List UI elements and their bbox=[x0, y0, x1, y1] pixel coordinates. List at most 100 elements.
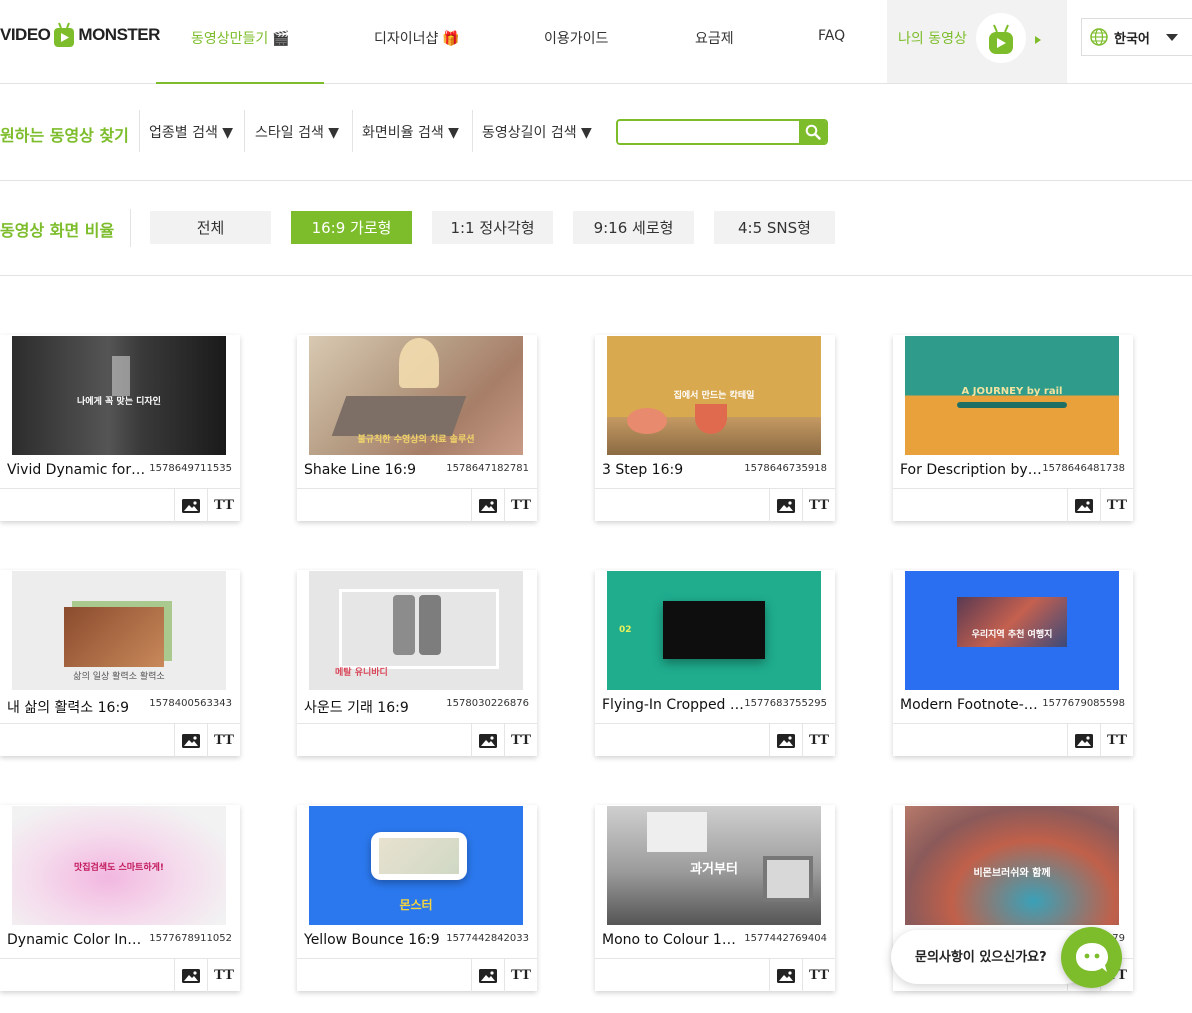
card-toolbar: TT bbox=[0, 488, 240, 522]
ratio-9-16-button[interactable]: 9:16 세로형 bbox=[573, 211, 694, 244]
template-card[interactable]: 몬스터 Yellow Bounce 16:9 1577442842033 TT bbox=[297, 805, 537, 992]
text-size-icon[interactable]: TT bbox=[1100, 724, 1133, 757]
chevron-down-icon bbox=[1166, 34, 1178, 41]
template-title: Mono to Colour 16:9 bbox=[602, 932, 744, 948]
search-box bbox=[616, 119, 828, 145]
template-thumbnail[interactable]: A JOURNEY by rail bbox=[905, 336, 1119, 455]
template-thumbnail[interactable]: 02 bbox=[607, 571, 821, 690]
template-card[interactable]: 우리지역 추천 여행지 Modern Footnote-St… 15776790… bbox=[893, 570, 1133, 757]
my-videos-button[interactable]: 나의 동영상 bbox=[887, 0, 1067, 83]
text-size-icon[interactable]: TT bbox=[207, 489, 240, 522]
image-icon[interactable] bbox=[174, 489, 207, 522]
ratio-16-9-button[interactable]: 16:9 가로형 bbox=[291, 211, 412, 244]
template-card[interactable]: 02 Flying-In Cropped Im… 1577683755295 T… bbox=[595, 570, 835, 757]
monster-mascot-icon bbox=[989, 24, 1013, 54]
chat-bubble-icon bbox=[1075, 942, 1108, 972]
clapperboard-icon: 🎬 bbox=[272, 31, 290, 47]
image-icon[interactable] bbox=[174, 959, 207, 992]
text-size-icon[interactable]: TT bbox=[504, 724, 537, 757]
template-card[interactable]: 메탈 유니바디 사운드 기래 16:9 1578030226876 TT bbox=[297, 570, 537, 757]
card-toolbar: TT bbox=[595, 723, 835, 757]
filter-style[interactable]: 스타일 검색 ▼ bbox=[255, 122, 339, 142]
image-icon[interactable] bbox=[471, 959, 504, 992]
template-id: 1577678911052 bbox=[149, 933, 232, 944]
nav-guide[interactable]: 이용가이드 bbox=[544, 28, 608, 48]
template-thumbnail[interactable]: 우리지역 추천 여행지 bbox=[905, 571, 1119, 690]
template-thumbnail[interactable]: 불규칙한 수영상의 치료 솔루션 bbox=[309, 336, 523, 455]
template-thumbnail[interactable]: 비몬브러쉬와 함께 bbox=[905, 806, 1119, 925]
logo-text-video: VIDEO bbox=[0, 25, 51, 44]
template-thumbnail[interactable]: 나에게 꼭 맞는 디자인 bbox=[12, 336, 226, 455]
divider bbox=[244, 110, 245, 152]
template-card[interactable]: 삶의 일상 활력소 활력소 내 삶의 활력소 16:9 157840056334… bbox=[0, 570, 240, 757]
template-card[interactable]: 집에서 만드는 칵테일 3 Step 16:9 1578646735918 TT bbox=[595, 335, 835, 522]
nav-designer-shop[interactable]: 디자이너샵 🎁 bbox=[374, 28, 460, 48]
videomonster-logo[interactable]: VIDEO MONSTER bbox=[0, 18, 160, 52]
nav-faq[interactable]: FAQ bbox=[818, 28, 845, 44]
language-select[interactable]: 한국어 bbox=[1081, 18, 1192, 56]
text-size-icon[interactable]: TT bbox=[504, 959, 537, 992]
card-toolbar: TT bbox=[893, 488, 1133, 522]
template-id: 1577679085598 bbox=[1042, 698, 1125, 709]
divider bbox=[472, 110, 473, 152]
image-icon[interactable] bbox=[174, 724, 207, 757]
text-size-icon[interactable]: TT bbox=[504, 489, 537, 522]
text-size-icon[interactable]: TT bbox=[207, 724, 240, 757]
template-title: Flying-In Cropped Im… bbox=[602, 697, 744, 713]
template-thumbnail[interactable]: 몬스터 bbox=[309, 806, 523, 925]
thumbnail-caption: 삶의 일상 활력소 활력소 bbox=[73, 672, 165, 682]
template-thumbnail[interactable]: 삶의 일상 활력소 활력소 bbox=[12, 571, 226, 690]
image-icon[interactable] bbox=[769, 489, 802, 522]
thumbnail-caption: 02 bbox=[619, 625, 632, 635]
image-icon[interactable] bbox=[1067, 724, 1100, 757]
filter-industry[interactable]: 업종별 검색 ▼ bbox=[149, 122, 233, 142]
template-thumbnail[interactable]: 과거부터 bbox=[607, 806, 821, 925]
ratio-1-1-button[interactable]: 1:1 정사각형 bbox=[432, 211, 553, 244]
language-label: 한국어 bbox=[1114, 31, 1150, 47]
thumbnail-caption: 비몬브러쉬와 함께 bbox=[973, 868, 1051, 879]
card-toolbar: TT bbox=[297, 958, 537, 992]
image-icon[interactable] bbox=[471, 489, 504, 522]
nav-designer-shop-label: 디자이너샵 bbox=[374, 31, 439, 47]
image-icon[interactable] bbox=[471, 724, 504, 757]
template-thumbnail[interactable]: 집에서 만드는 칵테일 bbox=[607, 336, 821, 455]
card-toolbar: TT bbox=[0, 723, 240, 757]
template-card[interactable]: 나에게 꼭 맞는 디자인 Vivid Dynamic for Ev… 15786… bbox=[0, 335, 240, 522]
nav-pricing[interactable]: 요금제 bbox=[695, 28, 734, 48]
text-size-icon[interactable]: TT bbox=[1100, 489, 1133, 522]
image-icon[interactable] bbox=[769, 959, 802, 992]
text-size-icon[interactable]: TT bbox=[802, 489, 835, 522]
template-id: 1578030226876 bbox=[446, 698, 529, 709]
image-icon[interactable] bbox=[1067, 489, 1100, 522]
text-size-icon[interactable]: TT bbox=[802, 724, 835, 757]
template-thumbnail[interactable]: 메탈 유니바디 bbox=[309, 571, 523, 690]
template-title: Modern Footnote-St… bbox=[900, 697, 1042, 713]
thumbnail-caption: 메탈 유니바디 bbox=[335, 668, 388, 678]
chat-button[interactable] bbox=[1061, 927, 1122, 988]
image-icon[interactable] bbox=[769, 724, 802, 757]
filter-aspect-ratio[interactable]: 화면비율 검색 ▼ bbox=[362, 122, 459, 142]
search-button[interactable] bbox=[799, 121, 826, 143]
filter-video-length[interactable]: 동영상길이 검색 ▼ bbox=[482, 122, 592, 142]
text-size-icon[interactable]: TT bbox=[207, 959, 240, 992]
template-card[interactable]: 과거부터 Mono to Colour 16:9 1577442769404 T… bbox=[595, 805, 835, 992]
template-card[interactable]: 불규칙한 수영상의 치료 솔루션 Shake Line 16:9 1578647… bbox=[297, 335, 537, 522]
template-thumbnail[interactable]: 맛집검색도 스마트하게! bbox=[12, 806, 226, 925]
template-id: 1577442842033 bbox=[446, 933, 529, 944]
nav-make-video-label: 동영상만들기 bbox=[191, 31, 269, 47]
template-card[interactable]: A JOURNEY by rail For Description by P… … bbox=[893, 335, 1133, 522]
template-id: 1578647182781 bbox=[446, 463, 529, 474]
thumbnail-caption: 집에서 만드는 칵테일 bbox=[673, 391, 755, 401]
template-card[interactable]: 맛집검색도 스마트하게! Dynamic Color Invers… 15776… bbox=[0, 805, 240, 992]
arrow-right-icon bbox=[1035, 36, 1041, 44]
ratio-4-5-button[interactable]: 4:5 SNS형 bbox=[714, 211, 835, 244]
card-toolbar: TT bbox=[595, 958, 835, 992]
template-title: Dynamic Color Invers… bbox=[7, 932, 149, 948]
text-size-icon[interactable]: TT bbox=[802, 959, 835, 992]
nav-make-video[interactable]: 동영상만들기 🎬 bbox=[191, 28, 290, 48]
search-input[interactable] bbox=[618, 121, 800, 143]
gift-icon: 🎁 bbox=[442, 31, 460, 47]
ratio-all-button[interactable]: 전체 bbox=[150, 211, 271, 244]
thumbnail-caption: 우리지역 추천 여행지 bbox=[971, 630, 1053, 640]
monster-avatar bbox=[976, 13, 1026, 63]
